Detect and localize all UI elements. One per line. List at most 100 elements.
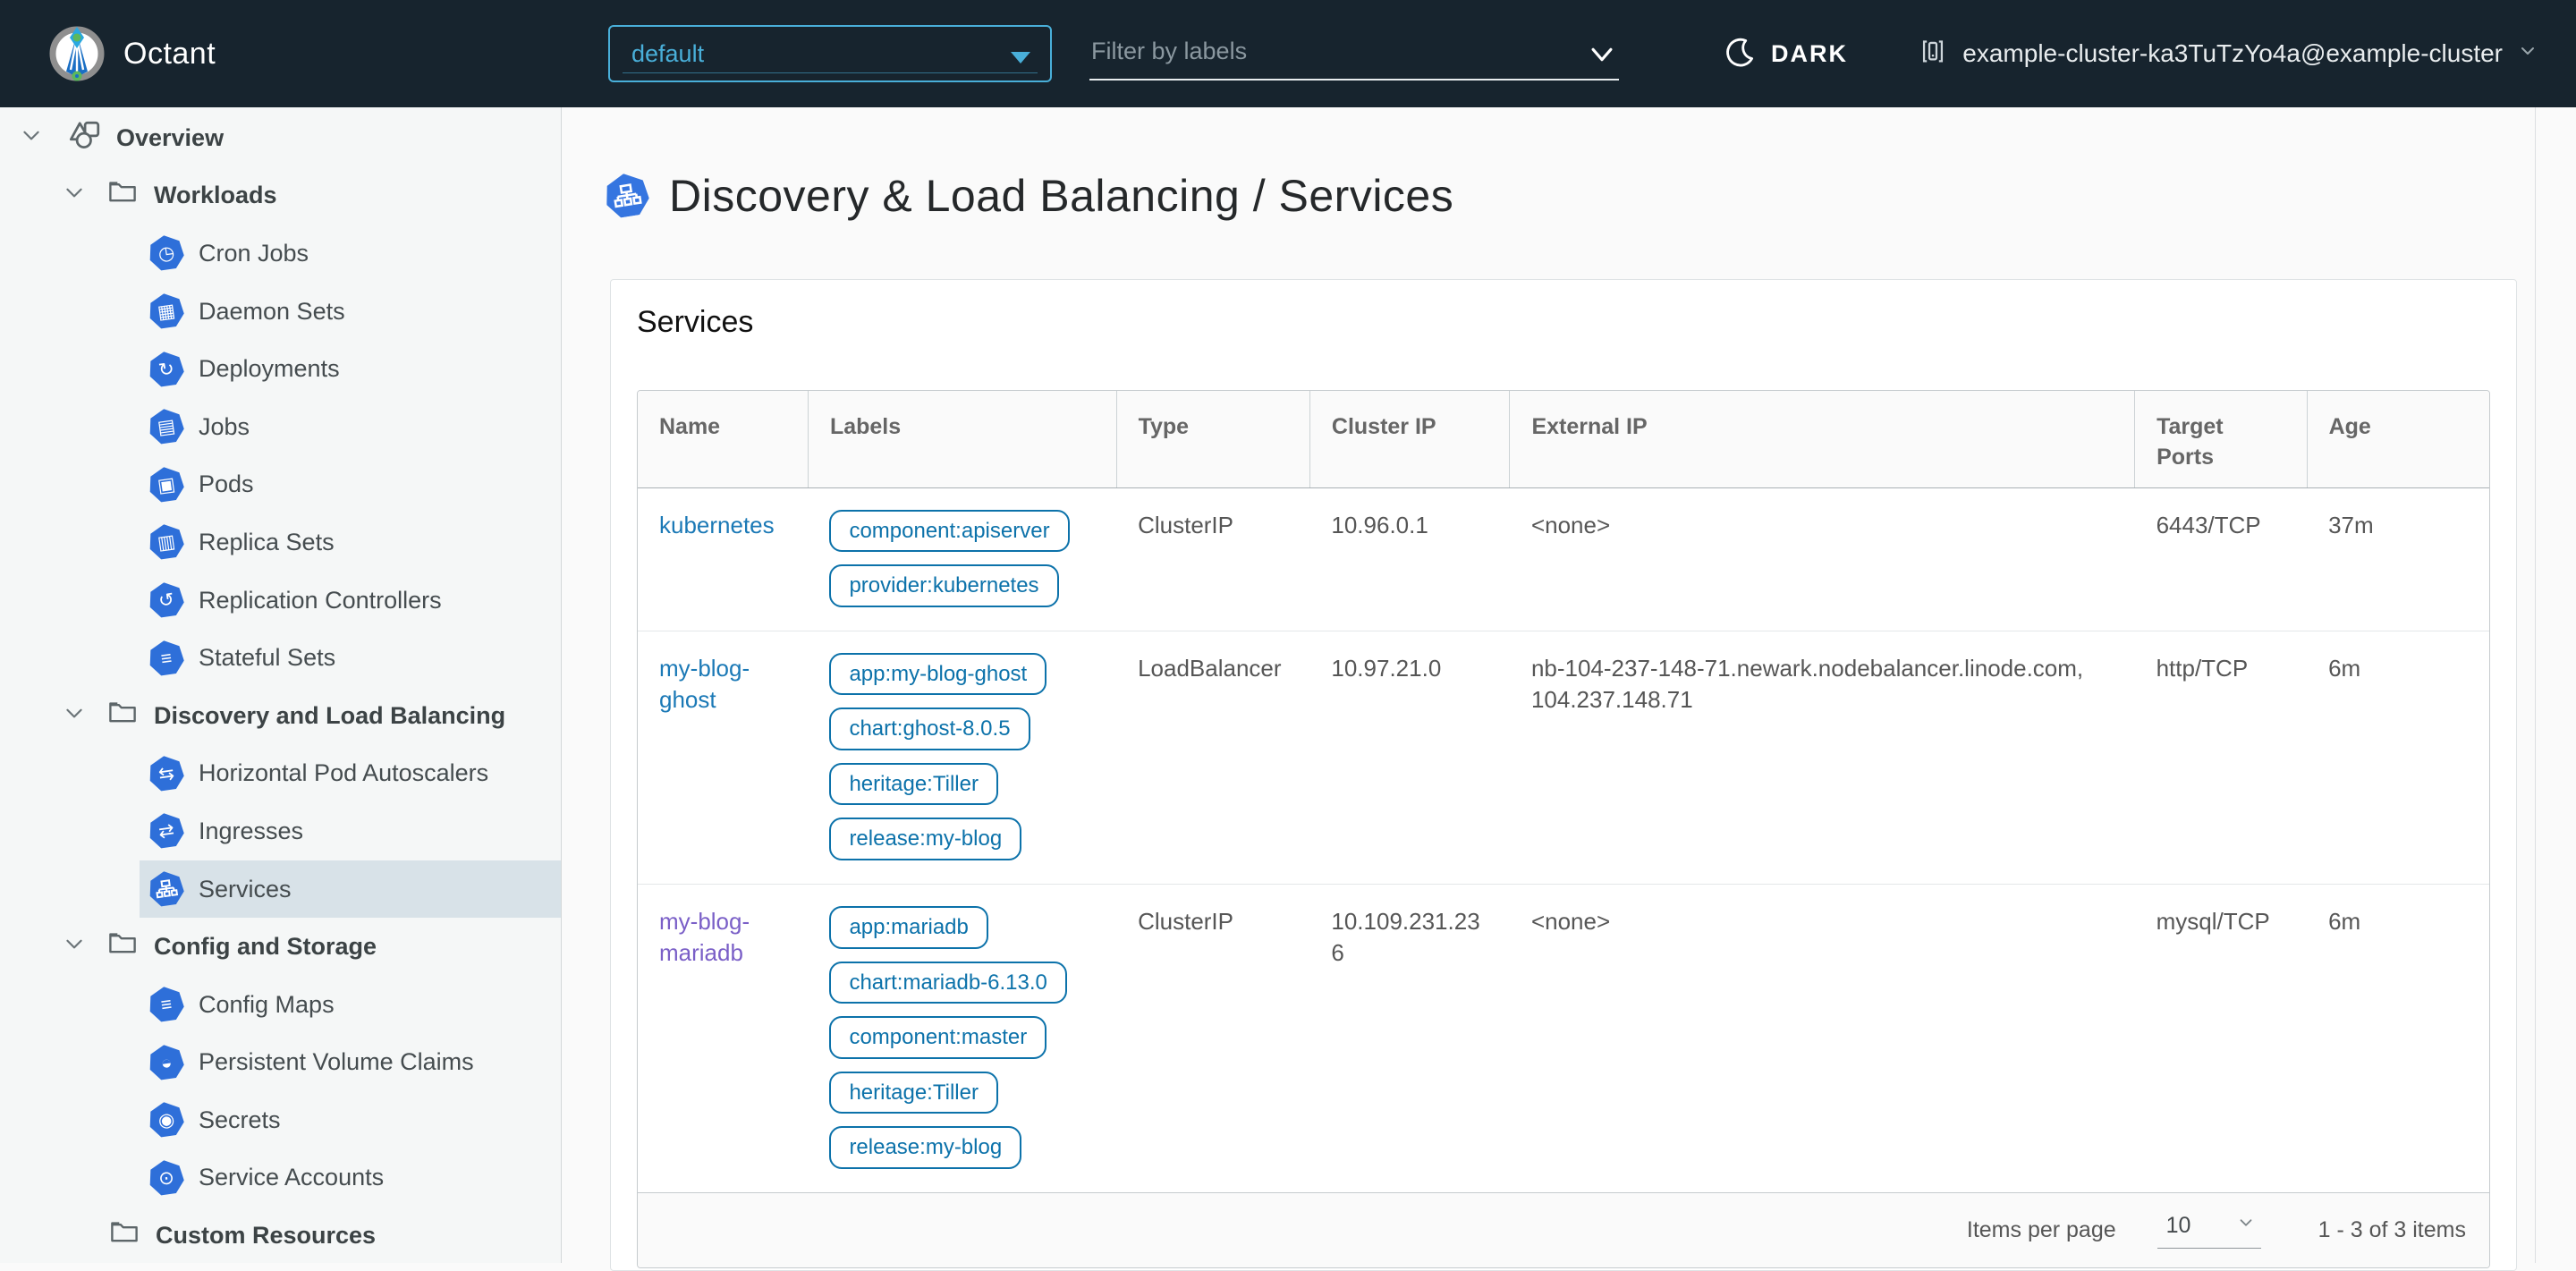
column-header-age: Age [2306, 391, 2489, 488]
cell-name: my-blog-ghost [638, 630, 809, 885]
page-title-block: Discovery & Load Balancing / Services [605, 170, 1453, 222]
deployments-icon: ↻ [146, 349, 186, 389]
table-body: kubernetes component:apiserver provider:ku… [638, 487, 2489, 1193]
label-pill[interactable]: component:master [829, 1016, 1047, 1059]
sidebar-item-config-maps[interactable]: ≡ Config Maps [140, 976, 561, 1034]
services-card: Services Name Labels Type Cluster IP Externa… [610, 279, 2517, 1271]
chevron-down-icon[interactable] [20, 123, 43, 153]
folder-icon [107, 1216, 141, 1256]
stateful-sets-icon: ≡ [146, 638, 186, 678]
cluster-selector[interactable]: example-cluster-ka3TuTzYo4a@example-clus… [1918, 0, 2538, 107]
secrets-icon: ◉ [146, 1100, 186, 1140]
sidebar-item-label: Services [199, 875, 292, 902]
services-datagrid: Name Labels Type Cluster IP External IP Targe… [637, 390, 2490, 1269]
sidebar-item-label: Replica Sets [199, 528, 335, 555]
sidebar-item-jobs[interactable]: ▤ Jobs [140, 398, 561, 456]
moon-icon [1724, 36, 1757, 72]
sidebar-item-label: Ingresses [199, 817, 304, 844]
cell-name: my-blog-mariadb [638, 884, 809, 1193]
sidebar-item-service-accounts[interactable]: ⊙ Service Accounts [140, 1149, 561, 1207]
app-title: Octant [123, 36, 216, 71]
chevron-down-icon[interactable] [63, 181, 86, 210]
sidebar-item-label: Replication Controllers [199, 586, 442, 614]
sidebar-item-label: Pods [199, 470, 254, 498]
label-pill[interactable]: app:mariadb [829, 906, 988, 949]
cell-type: ClusterIP [1138, 511, 1233, 538]
sidebar-nav-list: Overview Workloads ◷ Cron Jobs ▦ Daemon Sets ↻… [0, 109, 561, 1263]
table-row: my-blog-mariadb app:mariadb chart:mariadb-… [638, 884, 2489, 1193]
cell-cluster-ip: 10.97.21.0 [1309, 630, 1510, 885]
octant-logo-icon [47, 23, 107, 84]
service-link[interactable]: my-blog-mariadb [659, 908, 750, 966]
label-pill[interactable]: app:my-blog-ghost [829, 652, 1047, 696]
label-pill[interactable]: chart:ghost-8.0.5 [829, 708, 1030, 750]
folder-icon [106, 175, 140, 216]
label-pill[interactable]: release:my-blog [829, 1126, 1022, 1170]
cell-age: 6m [2307, 630, 2489, 885]
datagrid-footer: Items per page 10 1 - 3 of 3 items [638, 1192, 2489, 1268]
table-header-row: Name Labels Type Cluster IP External IP Targe… [638, 391, 2489, 488]
sidebar-item-horizontal-pod-autoscalers[interactable]: ⇆ Horizontal Pod Autoscalers [140, 745, 561, 803]
sidebar-item-ingresses[interactable]: ⇄ Ingresses [140, 802, 561, 860]
jobs-icon: ▤ [146, 407, 186, 447]
replica-sets-icon: ▥ [146, 522, 186, 563]
card-title: Services [637, 305, 754, 339]
service-accounts-icon: ⊙ [146, 1157, 186, 1198]
sidebar-item-custom-resources[interactable]: Custom Resources [0, 1207, 561, 1263]
sidebar-item-replication-controllers[interactable]: ↺ Replication Controllers [140, 572, 561, 630]
sidebar-item-persistent-volume-claims[interactable]: ◒ Persistent Volume Claims [140, 1034, 561, 1092]
label-pill[interactable]: heritage:Tiller [829, 762, 998, 806]
sidebar-item-pods[interactable]: ▣ Pods [140, 456, 561, 514]
namespace-select-value: default [631, 39, 705, 67]
cell-type: LoadBalancer [1116, 630, 1310, 885]
cell-cluster-ip: 10.109.231.236 [1309, 884, 1510, 1193]
app-header: Octant default Filter by labels DARK exa… [0, 0, 2576, 107]
namespace-caret-icon [1011, 52, 1030, 64]
sidebar-item-workloads[interactable]: Workloads [0, 167, 561, 225]
cell-labels: app:my-blog-ghost chart:ghost-8.0.5 herita… [808, 630, 1117, 885]
sidebar-item-discovery-and-load-balancing[interactable]: Discovery and Load Balancing [0, 687, 561, 745]
sidebar-item-services[interactable]: Services [140, 860, 561, 919]
cell-age: 6m [2307, 884, 2489, 1193]
service-link[interactable]: my-blog-ghost [659, 655, 750, 713]
ingresses-icon: ⇄ [146, 811, 186, 852]
daemon-sets-icon: ▦ [146, 291, 186, 331]
items-per-page-chevron-icon [2240, 1218, 2252, 1226]
sidebar-item-deployments[interactable]: ↻ Deployments [140, 340, 561, 398]
cell-external-ip: nb-104-237-148-71.newark.nodebalancer.li… [1509, 630, 2135, 885]
sidebar-item-cron-jobs[interactable]: ◷ Cron Jobs [140, 225, 561, 283]
label-pill[interactable]: chart:mariadb-6.13.0 [829, 961, 1067, 1004]
sidebar-item-label: Persistent Volume Claims [199, 1048, 474, 1076]
label-filter-input[interactable]: Filter by labels [1089, 27, 1619, 80]
chevron-down-icon[interactable] [63, 932, 86, 962]
sidebar-item-overview[interactable]: Overview [0, 109, 561, 167]
horizontal-pod-autoscalers-icon: ⇆ [146, 753, 186, 793]
replication-controllers-icon: ↺ [146, 580, 186, 620]
column-header-target-ports: Target Ports [2134, 391, 2308, 488]
label-pill[interactable]: component:apiserver [829, 509, 1070, 553]
sidebar-item-config-and-storage[interactable]: Config and Storage [0, 918, 561, 976]
column-header-name: Name [638, 391, 809, 488]
objects-icon [66, 115, 106, 161]
sidebar-item-secrets[interactable]: ◉ Secrets [140, 1091, 561, 1149]
chevron-down-icon[interactable] [63, 701, 86, 731]
label-pill[interactable]: release:my-blog [829, 818, 1022, 861]
sidebar-item-replica-sets[interactable]: ▥ Replica Sets [140, 513, 561, 572]
folder-icon [106, 696, 140, 736]
items-per-page-select[interactable]: 10 [2157, 1213, 2261, 1249]
namespace-select[interactable]: default [608, 25, 1052, 82]
folder-icon [106, 927, 140, 967]
sidebar-item-daemon-sets[interactable]: ▦ Daemon Sets [140, 283, 561, 341]
cell-name: kubernetes [638, 487, 808, 631]
main-content: Discovery & Load Balancing / Services Se… [563, 107, 2576, 1271]
label-pill[interactable]: provider:kubernetes [829, 564, 1059, 607]
service-link[interactable]: kubernetes [659, 512, 775, 538]
label-filter-chevron-icon[interactable] [1587, 39, 1617, 74]
label-pill[interactable]: heritage:Tiller [829, 1071, 998, 1114]
table-row: kubernetes component:apiserver provider:ku… [638, 487, 2489, 631]
theme-toggle-button[interactable]: DARK [1724, 0, 1848, 107]
cell-cluster-ip: 10.96.0.1 [1331, 511, 1428, 538]
sidebar-item-stateful-sets[interactable]: ≡ Stateful Sets [140, 629, 561, 687]
label-filter-placeholder: Filter by labels [1091, 38, 1248, 64]
services-heptagon-icon [601, 170, 652, 221]
